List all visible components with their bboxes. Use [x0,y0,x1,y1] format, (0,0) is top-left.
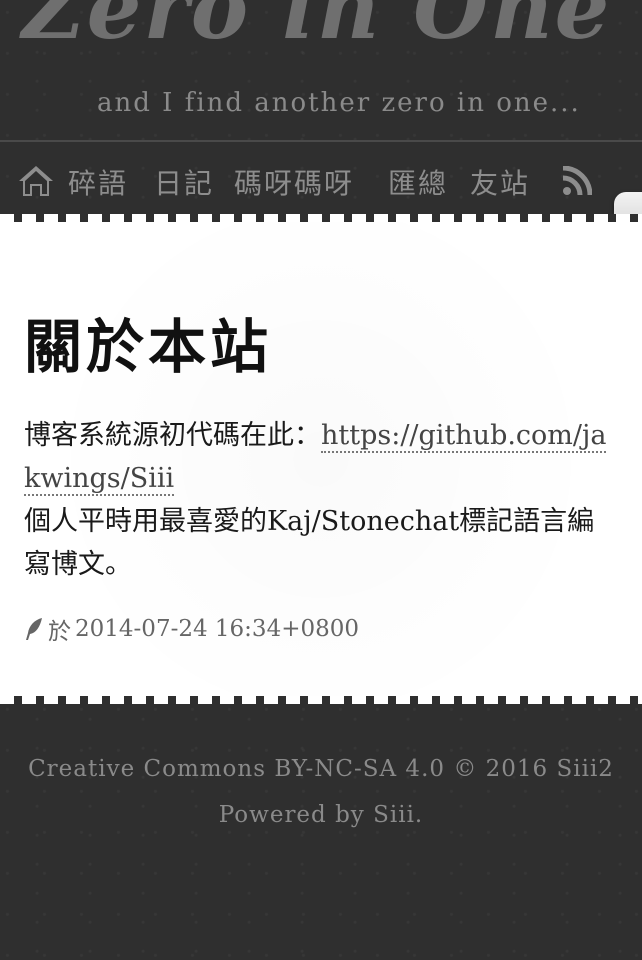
article-title: 關於本站 [24,313,273,381]
nav-item-diary[interactable]: 日記 [154,162,214,202]
rss-icon[interactable] [562,165,593,196]
nav-item-coding[interactable]: 碼呀碼呀 [234,162,354,202]
home-icon[interactable] [18,164,54,198]
post-timestamp: 2014-07-24 16:34+0800 [75,616,360,642]
article-body-suffix: 個人平時用最喜愛的Kaj/Stonechat標記語言編寫博文。 [24,506,595,580]
quill-icon [24,617,44,641]
article-body: 博客系統源初代碼在此：https://github.com/jakwings/S… [24,414,616,586]
header-divider [0,140,642,142]
site-header: Zero in One and I find another zero in o… [0,0,642,140]
meta-prefix: 於 [48,619,71,645]
main-nav: 碎語 日記 碼呀碼呀 匯總 友站 [0,144,642,216]
article-card: 關於本站 博客系統源初代碼在此：https://github.com/jakwi… [0,214,642,704]
license-text[interactable]: Creative Commons BY-NC-SA 4.0 © 2016 Sii… [0,756,642,782]
article-meta: 於 2014-07-24 16:34+0800 [24,612,359,646]
nav-item-friends[interactable]: 友站 [470,162,530,202]
site-subtitle: and I find another zero in one... [97,88,581,118]
article-body-prefix: 博客系統源初代碼在此： [24,420,321,451]
site-title[interactable]: Zero in One [22,0,611,59]
powered-by-text[interactable]: Powered by Siii. [0,802,642,828]
nav-item-fragments[interactable]: 碎語 [68,162,128,202]
article-content: 關於本站 博客系統源初代碼在此：https://github.com/jakwi… [2,222,640,696]
nav-item-archive[interactable]: 匯總 [388,162,448,202]
